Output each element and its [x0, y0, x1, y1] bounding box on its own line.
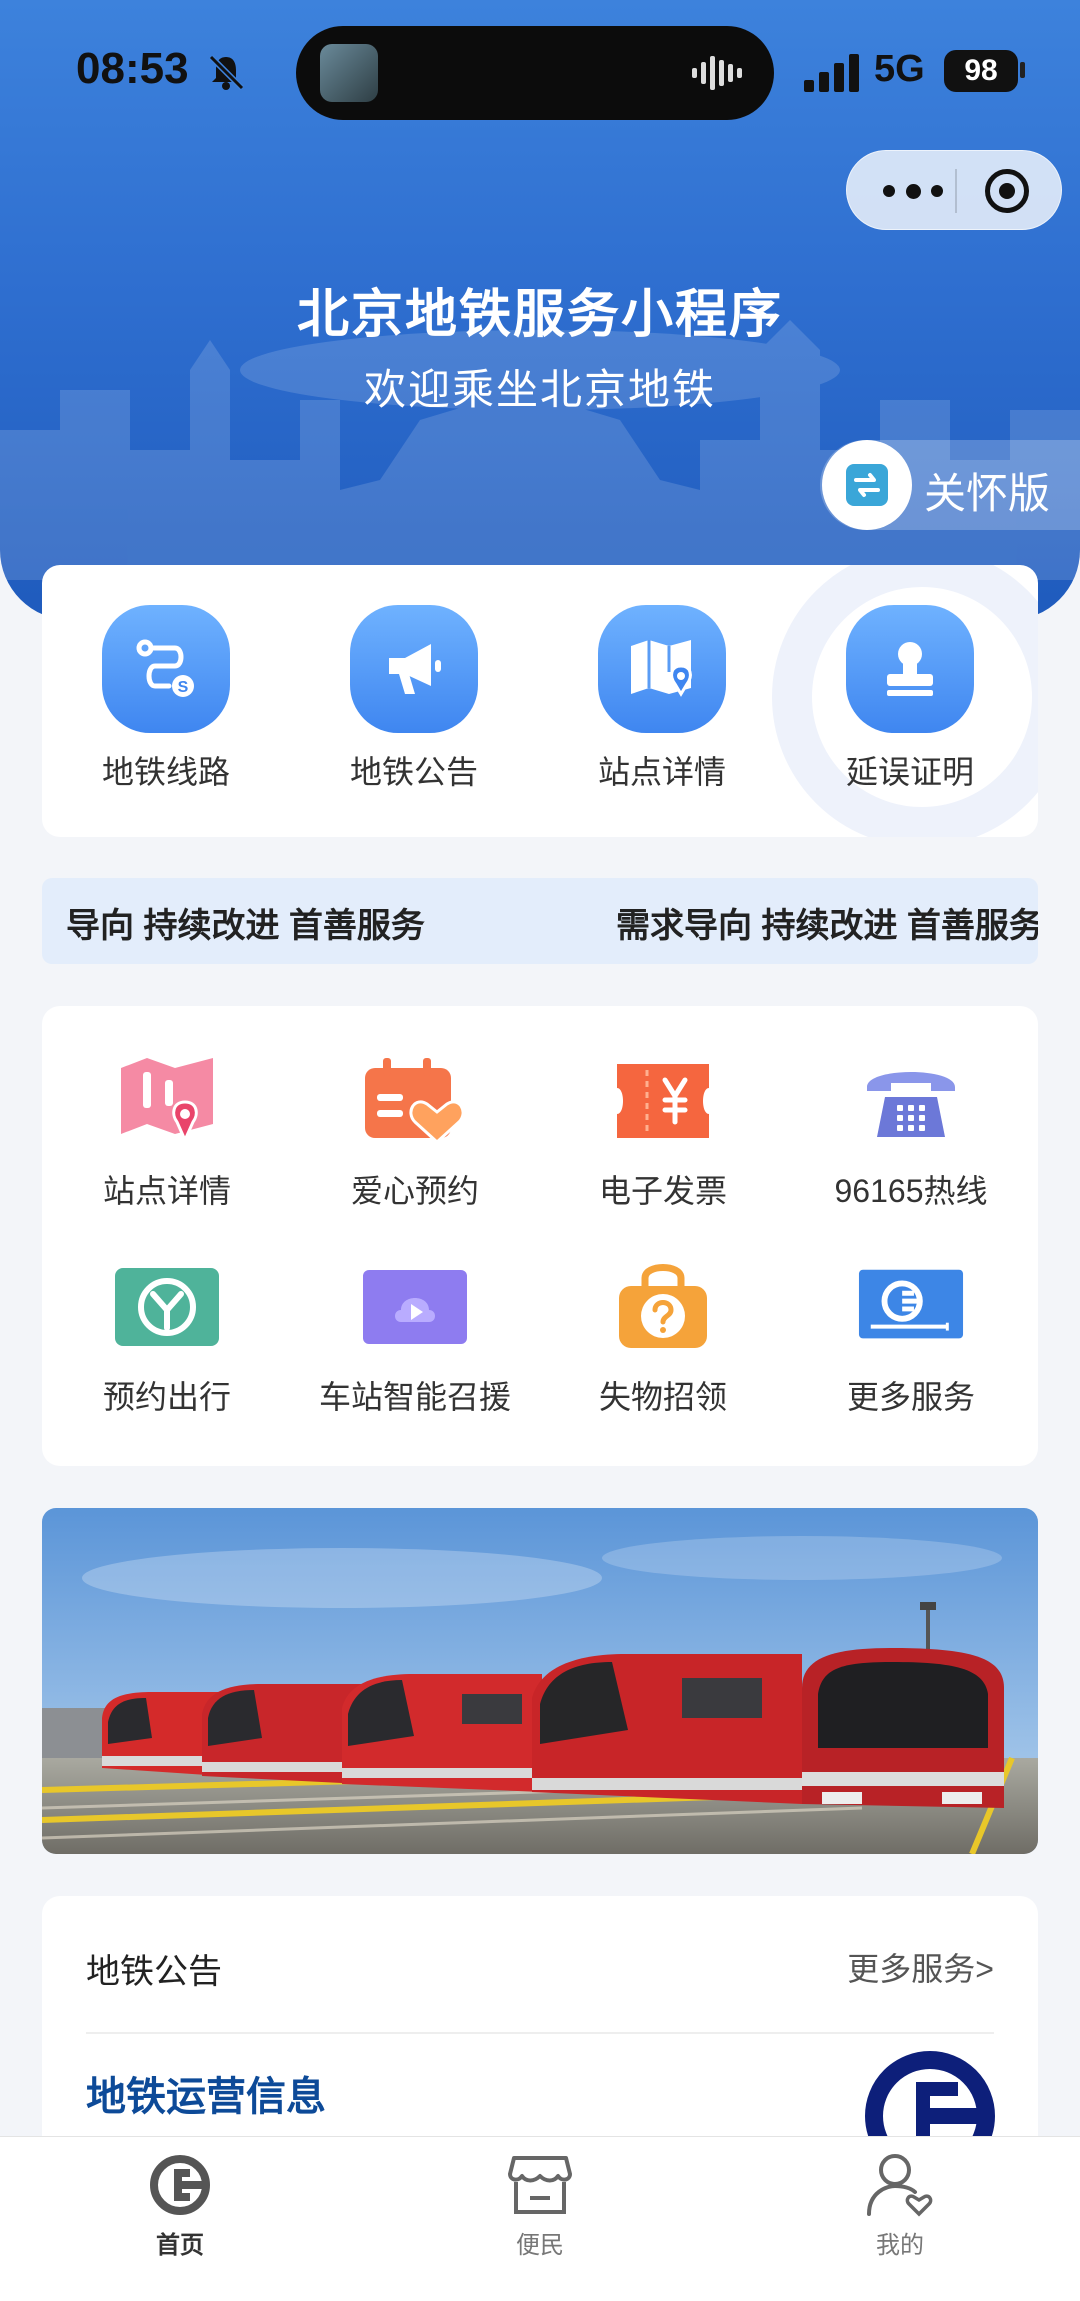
tab-label: 首页 — [156, 2232, 204, 2259]
network-label: 5G — [874, 48, 925, 90]
marquee-text: 导向 持续改进 首善服务 — [66, 907, 425, 945]
service-station-assist[interactable]: 车站智能召援 — [300, 1260, 530, 1418]
stamp-icon — [846, 605, 974, 733]
divider — [86, 2032, 994, 2034]
more-options-icon[interactable] — [883, 175, 943, 207]
ticket-yen-icon — [609, 1054, 717, 1148]
bottom-tab-bar: 首页 便民 我的 — [0, 2136, 1080, 2301]
header-banner: 08:53 5G 98 北京地铁服务小程序 欢迎乘坐北京地铁 关怀版 — [0, 0, 1080, 620]
quick-action-label: 延误证明 — [845, 754, 974, 790]
service-more[interactable]: 更多服务 — [796, 1260, 1026, 1418]
service-label: 电子发票 — [598, 1173, 727, 1209]
service-label: 96165热线 — [834, 1173, 988, 1209]
service-e-invoice[interactable]: 电子发票 — [548, 1054, 778, 1212]
service-label: 爱心预约 — [350, 1173, 479, 1209]
quick-action-label: 站点详情 — [597, 754, 726, 790]
service-lost-and-found[interactable]: 失物招领 — [548, 1260, 778, 1418]
video-call-icon — [361, 1260, 469, 1354]
announcements-card: 地铁公告 更多服务> 地铁运营信息 — [42, 1896, 1038, 2136]
marquee-text: 需求导向 持续改进 首善服务 — [616, 907, 1038, 945]
map-pin-icon — [113, 1054, 221, 1148]
signal-icon — [804, 54, 859, 92]
care-mode-icon-wrap — [822, 440, 912, 530]
lost-bag-icon — [609, 1260, 717, 1354]
tab-mine[interactable]: 我的 — [800, 2151, 1000, 2260]
tab-label: 我的 — [876, 2232, 924, 2259]
subway-logo-icon — [80, 2151, 280, 2219]
audio-wave-icon — [692, 56, 742, 90]
care-mode-label: 关怀版 — [924, 470, 1051, 517]
service-label: 预约出行 — [102, 1379, 231, 1415]
dynamic-island — [296, 26, 774, 120]
service-label: 失物招领 — [598, 1379, 727, 1415]
switch-icon — [846, 464, 888, 506]
quick-action-announcements[interactable]: 地铁公告 — [314, 605, 514, 793]
user-heart-icon — [800, 2151, 1000, 2219]
services-grid: 站点详情 爱心预约 电子发票 96165热线 预约出行 车站智能召援 失物招领 … — [42, 1006, 1038, 1466]
subway-logo-icon — [857, 1260, 965, 1354]
care-mode-button[interactable]: 关怀版 — [820, 440, 1080, 530]
quick-action-label: 地铁线路 — [101, 754, 230, 790]
clock-pass-icon — [113, 1260, 221, 1354]
service-love-reservation[interactable]: 爱心预约 — [300, 1054, 530, 1212]
announcement-item[interactable]: 地铁运营信息 — [86, 2064, 326, 2122]
tab-convenience[interactable]: 便民 — [440, 2151, 640, 2260]
service-reserved-travel[interactable]: 预约出行 — [52, 1260, 282, 1418]
quick-action-subway-lines[interactable]: S 地铁线路 — [66, 605, 266, 793]
media-thumbnail — [320, 44, 378, 102]
service-label: 站点详情 — [102, 1173, 231, 1209]
store-icon — [440, 2151, 640, 2219]
status-time: 08:53 — [76, 44, 189, 93]
announcements-title: 地铁公告 — [86, 1953, 222, 1991]
route-icon: S — [102, 605, 230, 733]
status-bar: 08:53 5G 98 — [0, 0, 1080, 140]
service-96165-hotline[interactable]: 96165热线 — [796, 1054, 1026, 1212]
bell-muted-icon — [208, 54, 245, 91]
miniprogram-capsule — [846, 150, 1062, 230]
megaphone-icon — [350, 605, 478, 733]
quick-actions-card: S 地铁线路 地铁公告 站点详情 延误证明 — [42, 565, 1038, 837]
slogan-marquee: 导向 持续改进 首善服务 需求导向 持续改进 首善服务 — [42, 878, 1038, 964]
battery-tip — [1020, 62, 1025, 78]
app-subtitle: 欢迎乘坐北京地铁 — [363, 366, 716, 413]
capsule-divider — [955, 169, 957, 213]
map-pin-icon — [598, 605, 726, 733]
tab-label: 便民 — [516, 2232, 564, 2259]
app-title: 北京地铁服务小程序 — [296, 286, 783, 344]
service-label: 车站智能召援 — [318, 1379, 511, 1415]
svg-text:S: S — [178, 679, 189, 696]
close-miniprogram-icon[interactable] — [985, 169, 1029, 213]
calendar-heart-icon — [361, 1054, 469, 1148]
quick-action-delay-certificate[interactable]: 延误证明 — [810, 605, 1010, 793]
battery-indicator: 98 — [944, 50, 1018, 92]
quick-action-label: 地铁公告 — [349, 754, 478, 790]
telephone-icon — [857, 1054, 965, 1148]
service-station-details[interactable]: 站点详情 — [52, 1054, 282, 1212]
service-label: 更多服务 — [846, 1379, 975, 1415]
beijing-subway-logo-icon — [865, 2051, 995, 2136]
more-services-link[interactable]: 更多服务> — [847, 1944, 994, 1990]
tab-home[interactable]: 首页 — [80, 2151, 280, 2260]
quick-action-station-details[interactable]: 站点详情 — [562, 605, 762, 793]
train-banner-image[interactable] — [42, 1508, 1038, 1854]
trains-illustration — [42, 1508, 1038, 1854]
